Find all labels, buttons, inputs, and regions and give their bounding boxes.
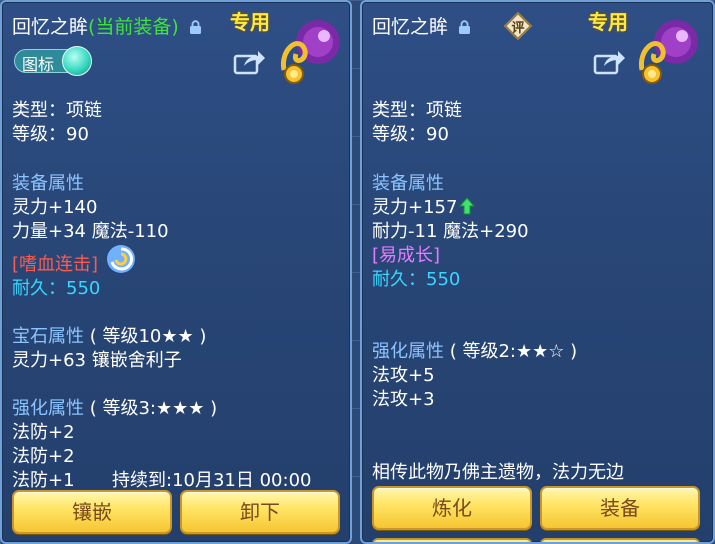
item-level: 等级：90	[12, 124, 89, 145]
enhance-line: 法攻+3	[372, 389, 435, 410]
gem-attr-header: 宝石属性	[12, 326, 84, 347]
equip-attr-header: 装备属性	[372, 173, 444, 194]
attr-line-row: 灵力+157	[372, 193, 476, 219]
enhance-line: 法防+2	[12, 446, 75, 467]
unequip-button[interactable]: 卸下	[180, 490, 340, 534]
durability: 耐久：550	[372, 269, 461, 290]
share-icon[interactable]	[592, 48, 626, 76]
item-description: 相传此物乃佛主遗物，法力无边	[372, 462, 624, 483]
rating-badge[interactable]: 评	[503, 11, 533, 41]
enhance-level: ( 等级2:★★☆ )	[449, 341, 578, 362]
lock-icon	[459, 20, 471, 34]
item-type: 类型：项链	[12, 100, 102, 121]
item-title: 回忆之眸(当前装备)	[12, 12, 202, 39]
rating-label: 评	[511, 21, 525, 36]
lock-icon	[189, 20, 201, 34]
enhance-attr-row: 强化属性 ( 等级3:★★★ )	[12, 394, 217, 420]
refine-button[interactable]: 炼化	[372, 486, 532, 530]
exclusive-label: 专用	[230, 10, 270, 34]
item-name: 回忆之眸	[372, 16, 449, 38]
special-skill[interactable]: [嗜血连击]	[12, 250, 98, 276]
current-equipped-tag: (当前装备)	[88, 16, 179, 38]
item-name: 回忆之眸	[12, 16, 89, 38]
item-type: 类型：项链	[372, 100, 462, 121]
extra-button-edge[interactable]	[540, 538, 700, 542]
exclusive-label: 专用	[588, 10, 628, 34]
durability: 耐久：550	[12, 278, 101, 299]
enhance-attr-header: 强化属性	[372, 341, 444, 362]
equipped-item-tooltip: 回忆之眸(当前装备) 专用 图标 类型：项链 等级：90 装备属性 灵力+140…	[0, 0, 352, 544]
extra-button-edge[interactable]	[372, 538, 532, 542]
green-up-arrow-icon	[459, 197, 476, 215]
attr-line: 力量+34 魔法-110	[12, 221, 169, 242]
gem-attr-row: 宝石属性 ( 等级10★★ )	[12, 322, 206, 348]
attr-line: 灵力+140	[12, 197, 98, 218]
enhance-level: ( 等级3:★★★ )	[89, 398, 218, 419]
icon-toggle[interactable]: 图标	[14, 46, 94, 76]
inlay-button[interactable]: 镶嵌	[12, 490, 172, 534]
gem-level: ( 等级10★★ )	[89, 326, 207, 347]
enhance-attr-row: 强化属性 ( 等级2:★★☆ )	[372, 337, 577, 363]
enhance-line: 法攻+5	[372, 365, 435, 386]
enhance-line: 法防+1	[12, 470, 75, 491]
enhance-attr-header: 强化属性	[12, 398, 84, 419]
compare-item-tooltip: 回忆之眸 评 专用 类型：项链 等级：90 装备属性 灵力+157 耐力-11 …	[360, 0, 715, 544]
item-title: 回忆之眸	[372, 12, 471, 39]
toggle-knob[interactable]	[62, 46, 92, 76]
item-level: 等级：90	[372, 124, 449, 145]
enhance-line: 法防+2	[12, 422, 75, 443]
equip-button[interactable]: 装备	[540, 486, 700, 530]
swirl-skill-icon[interactable]	[106, 244, 136, 274]
duration: 持续到:10月31日 00:00	[112, 470, 312, 491]
toggle-label: 图标	[22, 55, 55, 74]
attr-line: 灵力+157	[372, 197, 458, 218]
necklace-emblem	[638, 20, 698, 84]
attr-line: 耐力-11 魔法+290	[372, 221, 529, 242]
equip-attr-header: 装备属性	[12, 173, 84, 194]
share-icon[interactable]	[232, 48, 266, 76]
gem-line: 灵力+63 镶嵌舍利子	[12, 350, 182, 371]
necklace-emblem	[280, 20, 340, 84]
growth-tag: [易成长]	[372, 245, 441, 266]
